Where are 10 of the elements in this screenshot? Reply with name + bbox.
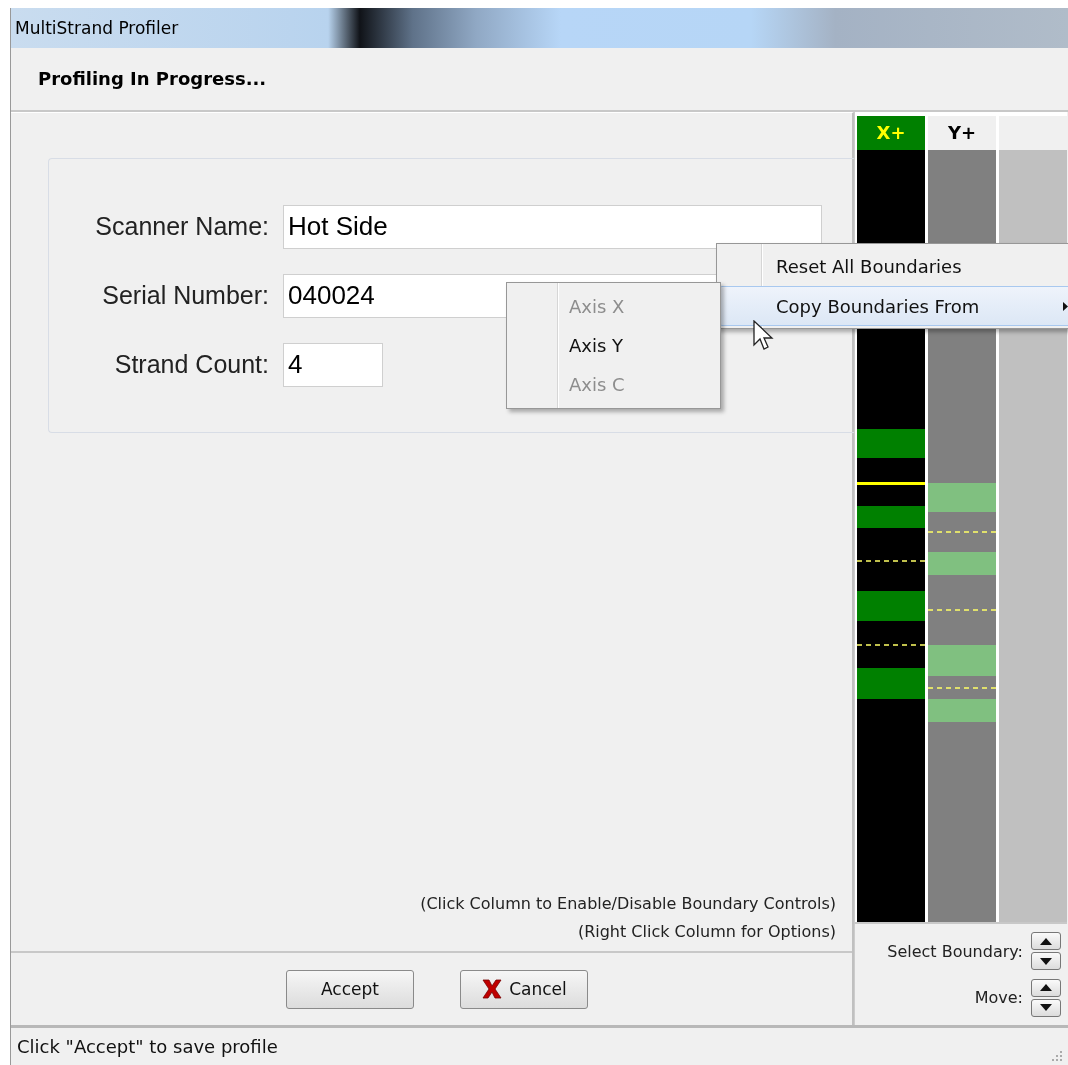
header-title: Profiling In Progress... [38,68,267,90]
control-label: Move: [974,988,1023,1008]
hint-text: (Click Column to Enable/Disable Boundary Controls) [420,894,836,914]
field-label: Strand Count: [113,350,270,380]
status-text: Click "Accept" to save profile [17,1036,278,1058]
window-title: MultiStrand Profiler [15,17,179,38]
control-label: Select Boundary: [887,941,1023,961]
field-label: Serial Number: [101,281,270,311]
hint-text: (Right Click Column for Options) [577,922,836,942]
field-label: Scanner Name: [94,212,270,242]
